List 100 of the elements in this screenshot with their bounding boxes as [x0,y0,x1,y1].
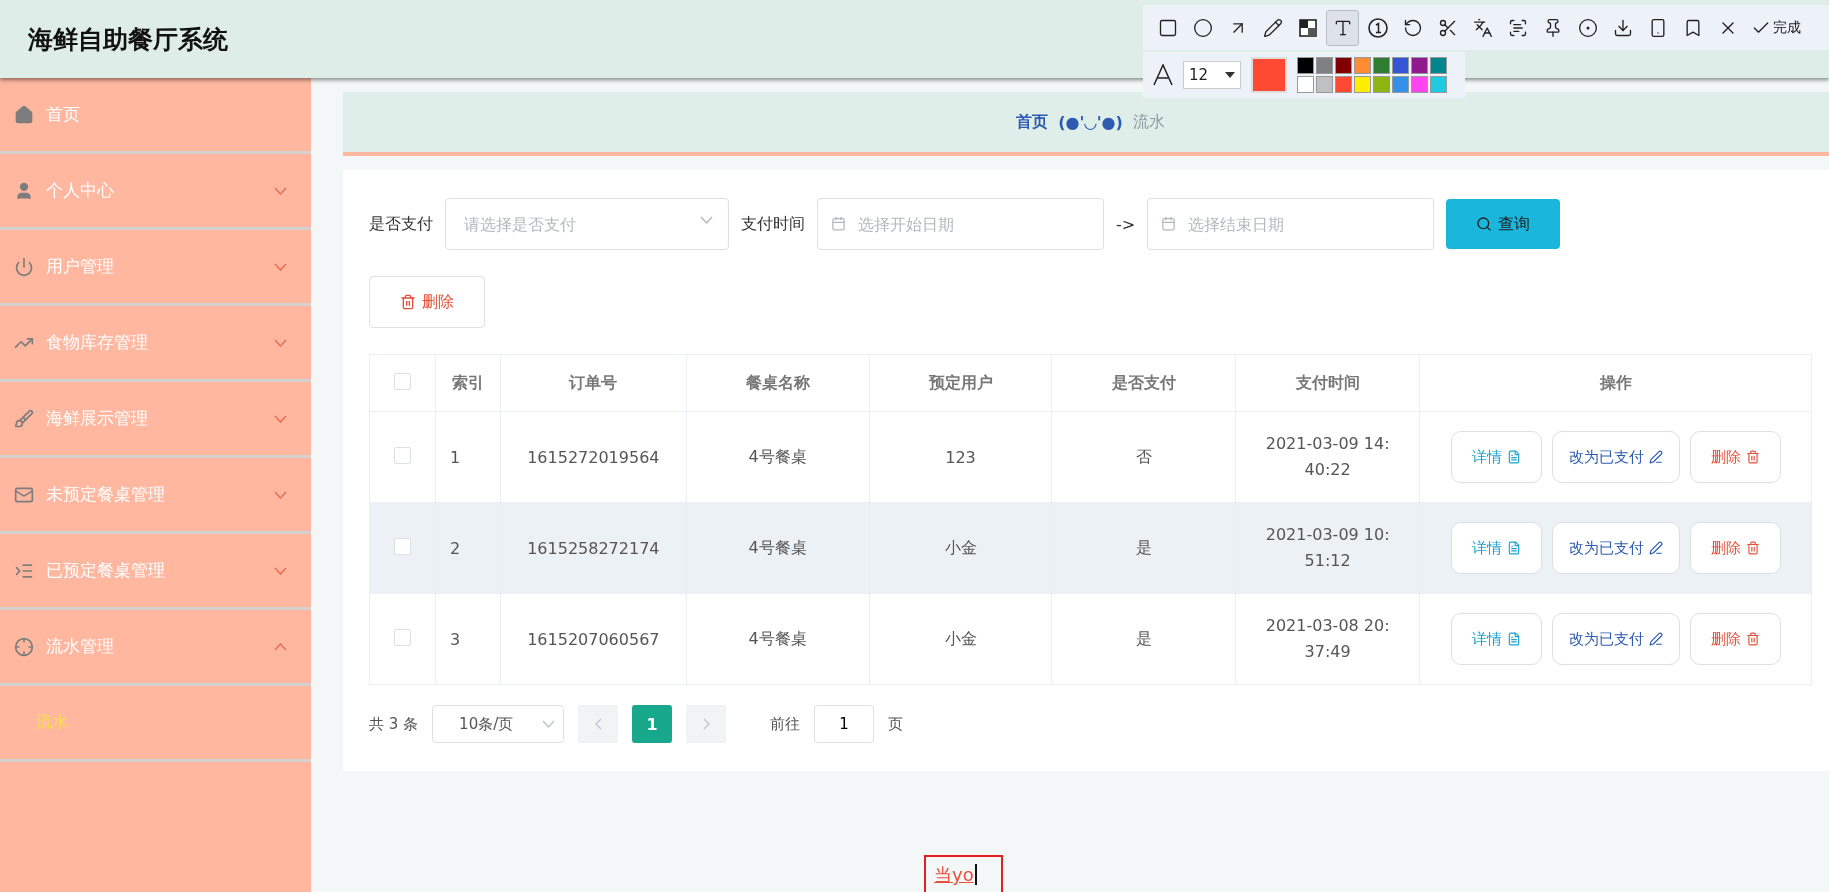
date-field[interactable]: 选择结束日期 [1147,198,1435,250]
column-header: 是否支付 [1051,354,1236,412]
app-title: 海鲜自助餐厅系统 [28,23,228,56]
scissors-icon [1437,17,1458,38]
table-cell: 4号餐桌 [686,593,870,685]
color-swatch[interactable] [1373,57,1390,74]
details-button[interactable]: 详情 [1450,522,1542,574]
color-swatch[interactable] [1392,57,1409,74]
undo-icon [1402,17,1423,38]
sidebar-label: 用户管理 [46,255,115,278]
filter-label: 支付时间 [741,213,805,235]
mark-paid-button[interactable]: 改为已支付 [1551,613,1680,665]
sidebar-label: 首页 [46,103,81,126]
column-header: 索引 [435,354,501,412]
range-separator: -> [1116,214,1136,234]
table-cell: 1615258272174 [500,502,687,594]
color-swatch[interactable] [1430,57,1447,74]
delete-button[interactable]: 删除 [1689,522,1781,574]
sidebar-label: 海鲜展示管理 [46,407,149,430]
breadcrumb-current: 流水 [1132,111,1165,133]
color-swatch[interactable] [1354,57,1371,74]
square-icon [1157,17,1178,38]
table-cell: 1 [435,411,501,503]
mark-paid-button[interactable]: 改为已支付 [1551,522,1680,574]
pencil-icon [1262,17,1283,38]
table-cell: 4号餐桌 [686,502,870,594]
emoticon: (●'◡'●) [1058,112,1123,132]
color-swatch[interactable] [1297,57,1314,74]
current-color-swatch[interactable] [1251,57,1287,93]
color-swatch[interactable] [1392,76,1409,93]
chevron-down-icon [274,262,287,271]
toolbar-button[interactable]: 完成 [1746,9,1806,46]
chevron-right-icon [702,718,710,730]
color-swatch[interactable] [1430,76,1447,93]
pen-icon [1648,450,1663,464]
trash-icon [1745,541,1760,555]
color-swatch[interactable] [1373,76,1390,93]
record-icon [1577,17,1598,38]
color-swatch[interactable] [1316,76,1333,93]
checkbox[interactable] [393,446,411,464]
table-cell: 是 [1051,593,1236,685]
mosaic-icon [1297,17,1318,38]
sidebar-label: 个人中心 [46,179,115,202]
color-swatch[interactable] [1297,76,1314,93]
table-cell: 4号餐桌 [686,411,870,503]
page-size-select[interactable]: 10条/页 [432,705,565,743]
delete-button[interactable]: 删除 [1689,431,1781,483]
color-swatch[interactable] [1335,57,1352,74]
calendar-icon [1161,216,1177,231]
trash-icon [1745,632,1760,646]
text-annotation[interactable]: 当yo [924,855,1003,892]
checkbox[interactable] [393,628,411,646]
color-swatch[interactable] [1316,57,1333,74]
page-input[interactable]: 1 [814,705,875,743]
page-button[interactable]: 1 [632,705,673,743]
menu-icon [14,636,34,657]
document-icon [1506,541,1521,555]
chevron-down-icon [274,338,287,347]
date-field[interactable]: 选择开始日期 [817,198,1104,250]
details-button[interactable]: 详情 [1450,431,1542,483]
mark-paid-button[interactable]: 改为已支付 [1551,431,1680,483]
column-header: 餐桌名称 [686,354,870,412]
menu-icon [14,104,34,125]
sidebar-label: 食物库存管理 [46,331,149,354]
select-field[interactable]: 请选择是否支付 [445,198,729,250]
details-button[interactable]: 详情 [1450,613,1542,665]
color-swatch[interactable] [1411,76,1428,93]
sidebar-label: 已预定餐桌管理 [46,559,166,582]
breadcrumb-link[interactable]: 首页 [1016,111,1049,133]
table-cell: 2021-03-09 10:51:12 [1235,502,1420,594]
chevron-down-icon [274,414,287,423]
table-cell: 3 [435,593,501,685]
color-swatch[interactable] [1411,57,1428,74]
color-swatch[interactable] [1335,76,1352,93]
circle-icon [1192,17,1213,38]
chevron-down-icon [274,566,287,575]
delete-button[interactable]: 删除 [1689,613,1781,665]
page-suffix: 页 [888,714,904,734]
table-cell: 2021-03-08 20:37:49 [1235,593,1420,685]
filter-label: 是否支付 [369,213,433,235]
chevron-down-icon [700,216,713,224]
menu-icon [14,256,34,277]
total-count: 共 3 条 [369,714,419,734]
table-cell: 小金 [869,593,1052,685]
scan-icon [1507,17,1528,38]
search-button[interactable]: 查询 [1446,199,1561,249]
sidebar-label: 流水管理 [46,635,115,658]
pen-icon [1648,541,1663,555]
chevron-left-icon [594,718,602,730]
annotation-text: 当yo [934,864,977,885]
checkbox[interactable] [393,372,411,390]
table-cell: 2 [435,502,501,594]
sidebar-label: 未预定餐桌管理 [46,483,166,506]
checkbox[interactable] [393,537,411,555]
color-swatch[interactable] [1354,76,1371,93]
chevron-up-icon [274,642,287,651]
font-size-select[interactable]: 12 [1183,61,1241,89]
table-cell: 123 [869,411,1052,503]
delete-button[interactable]: 删除 [369,276,485,328]
numbered-marker-icon [1366,16,1389,39]
